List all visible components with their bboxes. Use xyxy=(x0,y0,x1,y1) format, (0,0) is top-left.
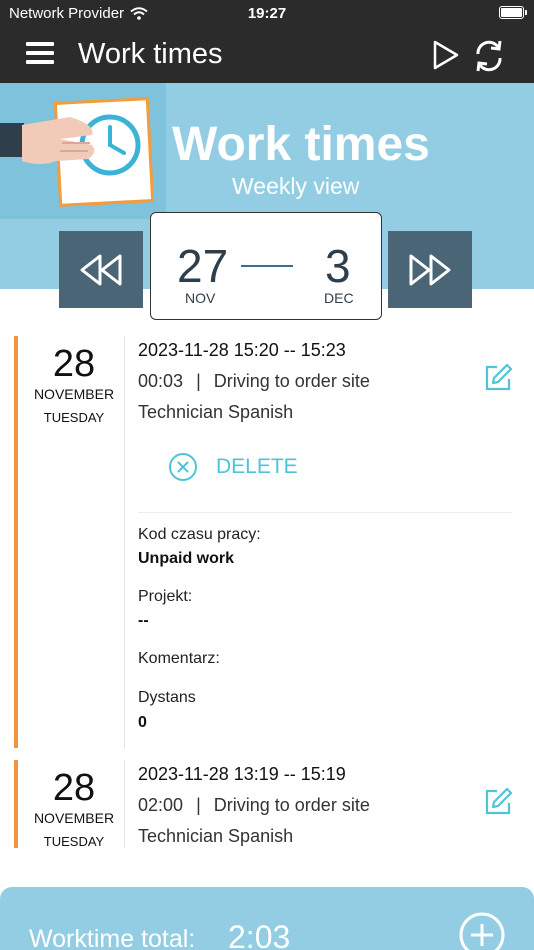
previous-week-button[interactable] xyxy=(59,231,143,308)
next-week-button[interactable] xyxy=(388,231,472,308)
add-icon[interactable] xyxy=(458,911,506,950)
entry-duration: 00:03 xyxy=(138,371,184,391)
entry-datetime: 2023-11-28 15:20 -- 15:23 xyxy=(138,340,346,360)
entry-divider xyxy=(124,336,125,748)
entry-month: NOVEMBER xyxy=(33,810,115,826)
sync-icon[interactable] xyxy=(470,37,508,75)
entry-day: 28 xyxy=(52,767,96,809)
entry-date: 28 NOVEMBER TUESDAY xyxy=(18,760,130,849)
worktime-entry[interactable]: 28 NOVEMBER TUESDAY 2023-11-28 13:19 -- … xyxy=(14,760,524,849)
delete-button[interactable]: DELETE xyxy=(168,452,298,482)
menu-icon[interactable] xyxy=(26,42,56,68)
worktime-total-value: 2:03 xyxy=(228,919,291,950)
worktime-total-label: Worktime total: xyxy=(29,925,196,950)
week-end-month: DEC xyxy=(324,290,354,306)
distance-value: 0 xyxy=(138,714,147,731)
entry-summary: 02:00 | Driving to order site xyxy=(138,795,370,816)
entry-activity: Driving to order site xyxy=(213,795,370,815)
app-bar: Work times xyxy=(0,28,534,83)
work-code-value: Unpaid work xyxy=(138,550,235,567)
edit-icon[interactable] xyxy=(482,362,514,394)
entry-datetime: 2023-11-28 13:19 -- 15:19 xyxy=(138,764,346,784)
entry-separator: | xyxy=(196,371,201,391)
comment-label: Komentarz: xyxy=(138,650,220,667)
clock: 19:27 xyxy=(247,5,287,22)
fast-forward-icon xyxy=(409,254,451,285)
project-label: Projekt: xyxy=(138,588,193,605)
entry-month: NOVEMBER xyxy=(33,386,115,402)
entry-day: 28 xyxy=(52,343,96,385)
work-code-label: Kod czasu pracy: xyxy=(138,526,261,543)
delete-label: DELETE xyxy=(216,455,298,478)
rewind-icon xyxy=(80,254,122,285)
status-bar: Network Provider 19:27 xyxy=(0,0,534,28)
entry-role: Technician Spanish xyxy=(138,826,294,846)
project-value: -- xyxy=(138,612,149,629)
entry-role: Technician Spanish xyxy=(138,402,294,422)
week-start-day: 27 xyxy=(177,240,229,292)
delete-icon xyxy=(169,453,197,481)
app-bar-title: Work times xyxy=(78,38,223,70)
hand-clock-icon xyxy=(0,97,155,207)
range-separator xyxy=(241,265,293,267)
entry-activity: Driving to order site xyxy=(213,371,370,391)
entry-weekday: TUESDAY xyxy=(43,834,105,849)
battery-icon xyxy=(499,6,527,19)
entry-duration: 02:00 xyxy=(138,795,184,815)
play-icon[interactable] xyxy=(428,38,462,72)
week-start-month: NOV xyxy=(185,290,216,306)
hero-illustration xyxy=(0,83,166,219)
worktime-entry[interactable]: 28 NOVEMBER TUESDAY 2023-11-28 15:20 -- … xyxy=(14,336,524,748)
entry-weekday: TUESDAY xyxy=(43,410,105,425)
entry-separator: | xyxy=(196,795,201,815)
entry-date: 28 NOVEMBER TUESDAY xyxy=(18,336,130,425)
entry-divider xyxy=(124,760,125,848)
details-divider xyxy=(138,512,512,513)
worktime-total-bar: Worktime total: 2:03 xyxy=(0,887,534,950)
week-end-day: 3 xyxy=(325,240,351,292)
week-range: 27 NOV 3 DEC xyxy=(150,212,382,320)
distance-label: Dystans xyxy=(138,689,196,706)
edit-icon[interactable] xyxy=(482,786,514,818)
hero-title: Work times xyxy=(172,118,430,171)
entry-summary: 00:03 | Driving to order site xyxy=(138,371,370,392)
hero-subtitle: Weekly view xyxy=(232,173,360,199)
